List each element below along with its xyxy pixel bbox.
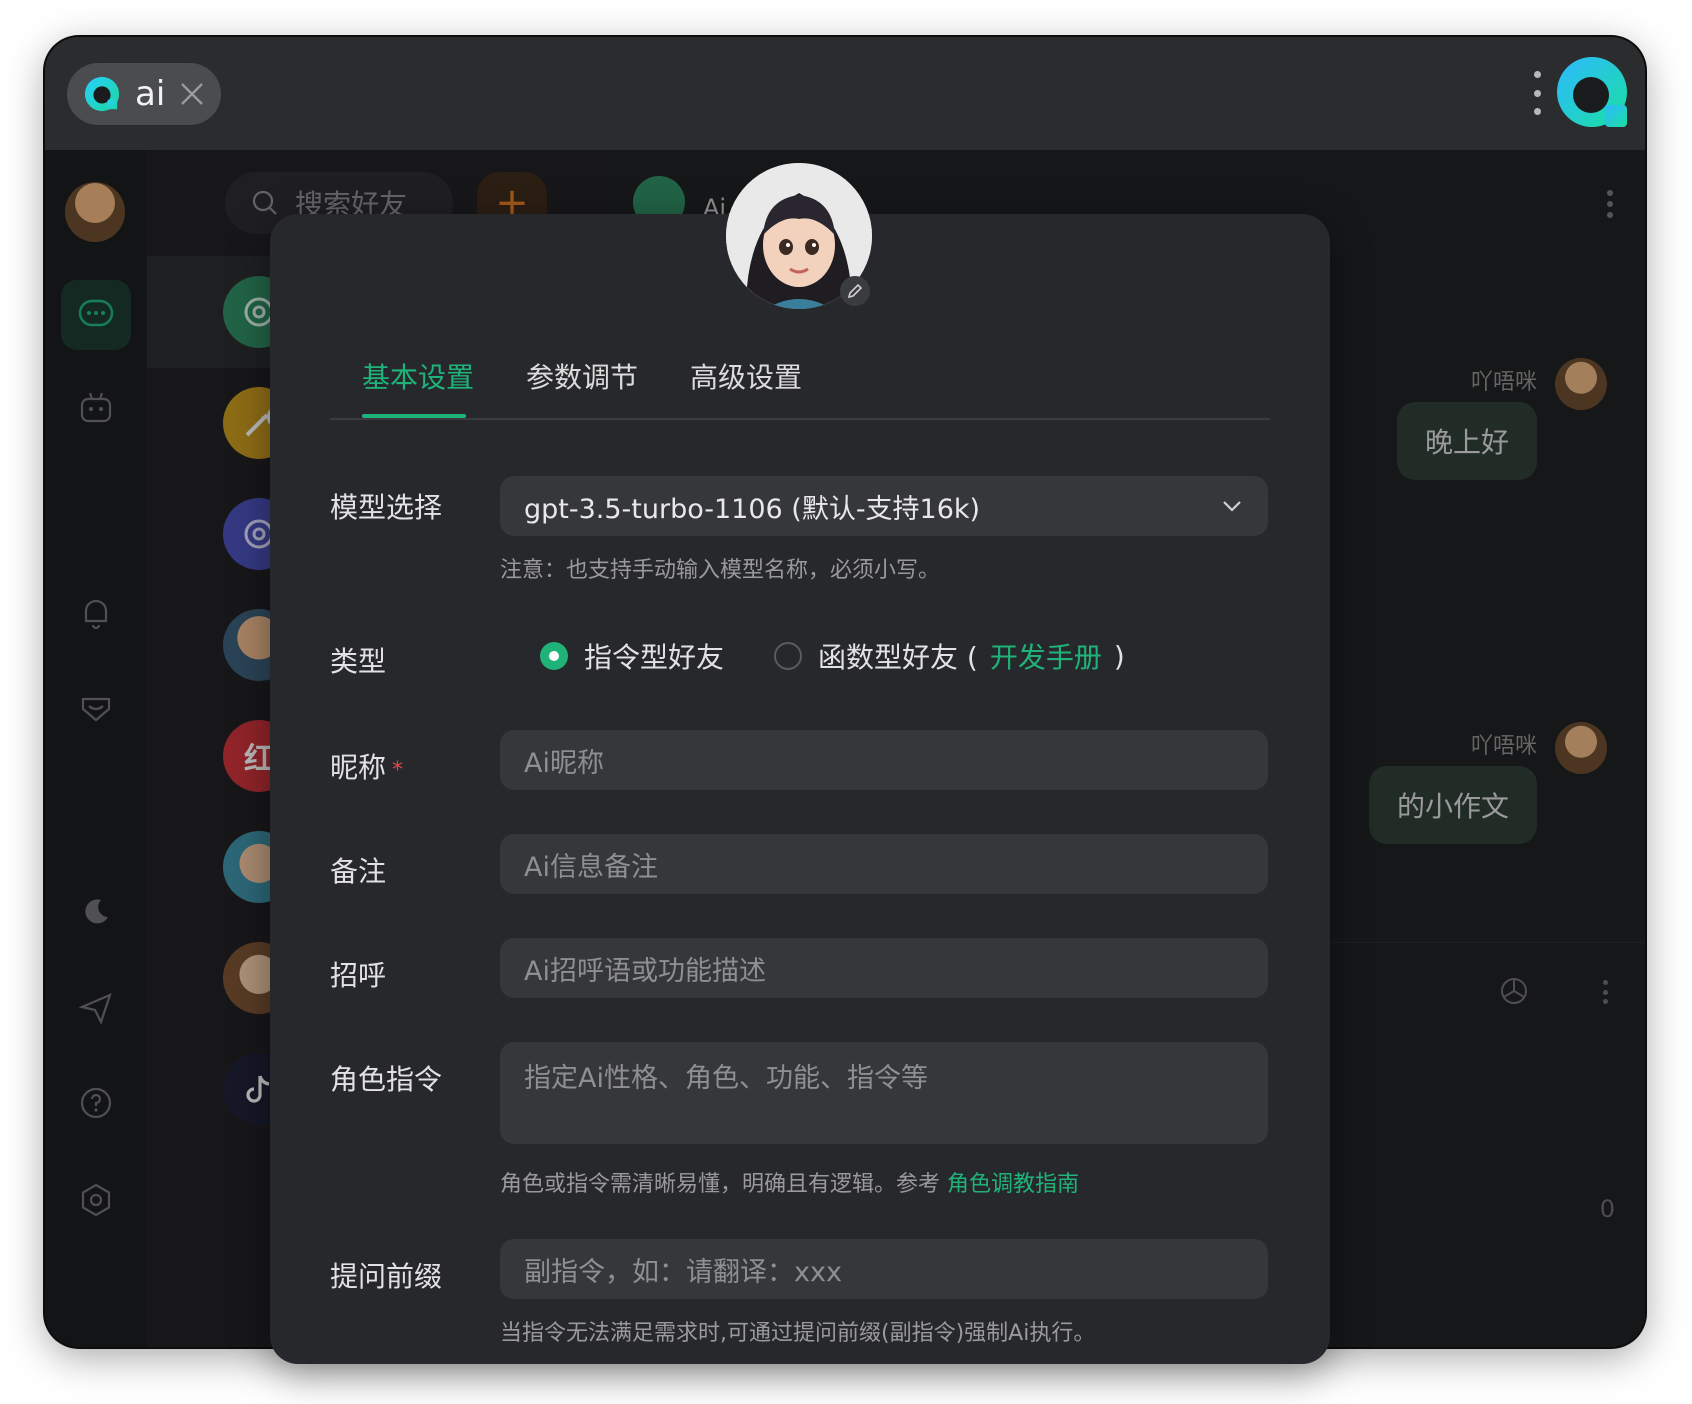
close-icon[interactable]	[179, 81, 205, 107]
radio-checked-icon	[540, 642, 568, 670]
model-hint: 注意：也支持手动输入模型名称，必须小写。	[500, 558, 941, 583]
model-label: 模型选择	[330, 491, 443, 524]
tab-advanced-settings[interactable]: 高级设置	[690, 356, 802, 396]
radio-function-friend[interactable]: 函数型好友 ( 开发手册 )	[774, 636, 1125, 676]
greeting-input[interactable]: Ai招呼语或功能描述	[500, 938, 1268, 998]
radio-unchecked-icon	[774, 642, 802, 670]
dev-manual-close: )	[1113, 639, 1125, 673]
role-hint-text: 角色或指令需清晰易懂，明确且有逻辑。参考	[500, 1172, 941, 1197]
title-bar: ai	[45, 37, 1645, 150]
type-label: 类型	[330, 645, 387, 678]
app-logo-icon	[84, 76, 120, 112]
chevron-down-icon	[1223, 501, 1241, 512]
role-guide-link[interactable]: 角色调教指南	[947, 1172, 1079, 1197]
prefix-input[interactable]: 副指令，如：请翻译：xxx	[500, 1239, 1268, 1299]
model-select-value: gpt-3.5-turbo-1106 (默认-支持16k)	[524, 493, 981, 525]
active-tab-indicator	[362, 414, 466, 418]
radio-function-label: 函数型好友 (	[818, 641, 978, 674]
prefix-label: 提问前缀	[330, 1260, 443, 1293]
role-textarea[interactable]: 指定Ai性格、角色、功能、指令等	[500, 1042, 1268, 1144]
nickname-input[interactable]: Ai昵称	[500, 730, 1268, 790]
radio-instruction-friend[interactable]: 指令型好友	[540, 636, 724, 676]
more-menu-icon[interactable]	[1531, 71, 1543, 115]
settings-tabs: 基本设置 参数调节 高级设置	[330, 350, 1270, 420]
required-mark: *	[392, 758, 404, 783]
radio-instruction-label: 指令型好友	[584, 641, 725, 674]
role-hint: 角色或指令需清晰易懂，明确且有逻辑。参考 角色调教指南	[500, 1166, 1079, 1198]
app-tab[interactable]: ai	[67, 63, 221, 125]
app-tab-label: ai	[135, 74, 166, 114]
nickname-label: 昵称 *	[330, 746, 403, 786]
nickname-label-text: 昵称	[330, 751, 387, 784]
tab-parameters[interactable]: 参数调节	[526, 356, 638, 396]
model-select[interactable]: gpt-3.5-turbo-1106 (默认-支持16k)	[500, 476, 1268, 536]
tab-basic-settings[interactable]: 基本设置	[362, 356, 474, 396]
greeting-label: 招呼	[330, 959, 387, 992]
note-input[interactable]: Ai信息备注	[500, 834, 1268, 894]
edit-avatar-icon[interactable]	[840, 276, 870, 306]
brand-logo-icon	[1557, 57, 1627, 127]
role-label: 角色指令	[330, 1063, 443, 1096]
prefix-hint: 当指令无法满足需求时,可通过提问前缀(副指令)强制Ai执行。	[500, 1321, 1096, 1346]
dev-manual-link[interactable]: 开发手册	[990, 636, 1102, 676]
note-label: 备注	[330, 855, 387, 888]
